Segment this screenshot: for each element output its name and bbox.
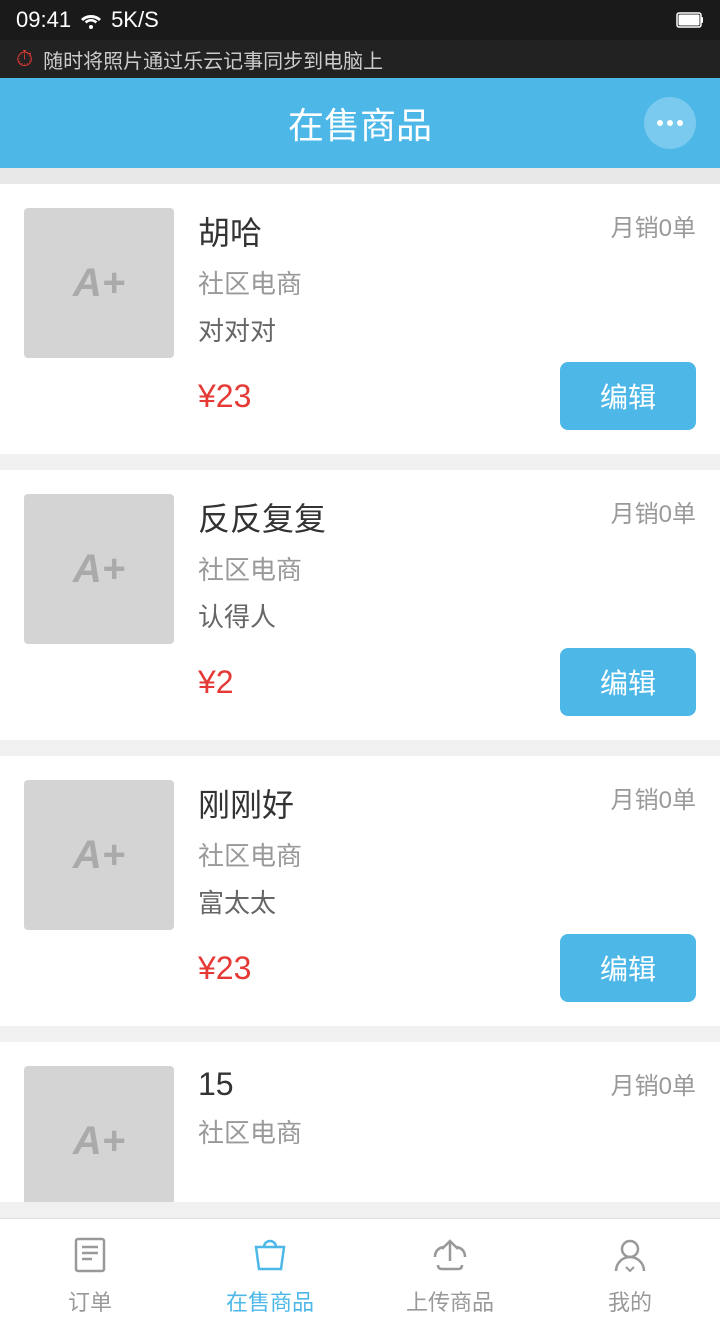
- nav-item-mine[interactable]: 我的: [540, 1223, 720, 1325]
- product-info-2: 反反复复 月销0单 社区电商 认得人 ¥2 编辑: [198, 494, 696, 716]
- product-price-1: ¥23: [198, 378, 251, 415]
- product-info-1: 胡哈 月销0单 社区电商 对对对 ¥23 编辑: [198, 208, 696, 430]
- edit-button-2[interactable]: 编辑: [560, 648, 696, 716]
- order-icon: [66, 1231, 114, 1279]
- page-header: 在售商品: [0, 78, 720, 168]
- notification-bar: ⏱ 随时将照片通过乐云记事同步到电脑上: [0, 40, 720, 78]
- product-image-3: A+: [24, 780, 174, 930]
- page-title: 在售商品: [288, 97, 432, 149]
- menu-button[interactable]: [644, 97, 696, 149]
- product-top-1: 胡哈 月销0单: [198, 208, 696, 254]
- product-item-1: A+ 胡哈 月销0单 社区电商 对对对 ¥23 编辑: [0, 184, 720, 454]
- product-item-3: A+ 刚刚好 月销0单 社区电商 富太太 ¥23 编辑: [0, 756, 720, 1026]
- product-image-placeholder-3: A+: [73, 833, 125, 878]
- product-list: A+ 胡哈 月销0单 社区电商 对对对 ¥23 编辑 A+ 反反复复 月销0单 …: [0, 184, 720, 1218]
- product-top-4: 15 月销0单: [198, 1066, 696, 1103]
- product-name-1: 胡哈: [198, 208, 262, 254]
- product-image-2: A+: [24, 494, 174, 644]
- product-image-placeholder-4: A+: [73, 1119, 125, 1164]
- nav-item-upload[interactable]: 上传商品: [360, 1223, 540, 1325]
- nav-label-orders: 订单: [68, 1285, 112, 1317]
- nav-label-selling: 在售商品: [226, 1285, 314, 1317]
- product-image-1: A+: [24, 208, 174, 358]
- status-right: [676, 10, 704, 30]
- ellipsis-icon: [655, 108, 685, 138]
- product-info-4: 15 月销0单 社区电商: [198, 1066, 696, 1150]
- product-image-placeholder-1: A+: [73, 261, 125, 306]
- edit-button-1[interactable]: 编辑: [560, 362, 696, 430]
- product-sales-2: 月销0单: [611, 494, 696, 529]
- product-price-2: ¥2: [198, 664, 234, 701]
- product-item-4: A+ 15 月销0单 社区电商: [0, 1042, 720, 1202]
- battery-icon: [676, 10, 704, 30]
- edit-button-3[interactable]: 编辑: [560, 934, 696, 1002]
- product-name-3: 刚刚好: [198, 780, 294, 826]
- product-category-3: 社区电商: [198, 836, 696, 873]
- product-sales-4: 月销0单: [611, 1066, 696, 1101]
- nav-label-mine: 我的: [608, 1285, 652, 1317]
- product-sales-3: 月销0单: [611, 780, 696, 815]
- product-top-2: 反反复复 月销0单: [198, 494, 696, 540]
- product-bottom-2: ¥2 编辑: [198, 648, 696, 716]
- status-time: 09:41: [16, 7, 71, 33]
- product-image-4: A+: [24, 1066, 174, 1202]
- nav-item-selling[interactable]: 在售商品: [180, 1223, 360, 1325]
- wifi-icon: [79, 11, 103, 29]
- notif-text: 随时将照片通过乐云记事同步到电脑上: [43, 45, 383, 74]
- status-left: 09:41 5K/S: [16, 7, 159, 33]
- product-bottom-3: ¥23 编辑: [198, 934, 696, 1002]
- notif-app-icon: ⏱: [16, 46, 33, 72]
- product-price-3: ¥23: [198, 950, 251, 987]
- product-category-1: 社区电商: [198, 264, 696, 301]
- nav-item-orders[interactable]: 订单: [0, 1223, 180, 1325]
- network-speed: 5K/S: [111, 7, 159, 33]
- product-category-4: 社区电商: [198, 1113, 696, 1150]
- user-icon: [606, 1231, 654, 1279]
- product-item-2: A+ 反反复复 月销0单 社区电商 认得人 ¥2 编辑: [0, 470, 720, 740]
- product-image-placeholder-2: A+: [73, 547, 125, 592]
- upload-icon: [426, 1231, 474, 1279]
- product-sales-1: 月销0单: [611, 208, 696, 243]
- product-name-2: 反反复复: [198, 494, 326, 540]
- product-tag-1: 对对对: [198, 311, 696, 348]
- product-category-2: 社区电商: [198, 550, 696, 587]
- bag-icon: [246, 1231, 294, 1279]
- product-top-3: 刚刚好 月销0单: [198, 780, 696, 826]
- status-bar: 09:41 5K/S: [0, 0, 720, 40]
- product-info-3: 刚刚好 月销0单 社区电商 富太太 ¥23 编辑: [198, 780, 696, 1002]
- bottom-navigation: 订单 在售商品 上传商品: [0, 1218, 720, 1328]
- product-tag-2: 认得人: [198, 597, 696, 634]
- product-bottom-1: ¥23 编辑: [198, 362, 696, 430]
- product-tag-3: 富太太: [198, 883, 696, 920]
- product-name-4: 15: [198, 1066, 234, 1103]
- nav-label-upload: 上传商品: [406, 1285, 494, 1317]
- top-divider: [0, 168, 720, 184]
